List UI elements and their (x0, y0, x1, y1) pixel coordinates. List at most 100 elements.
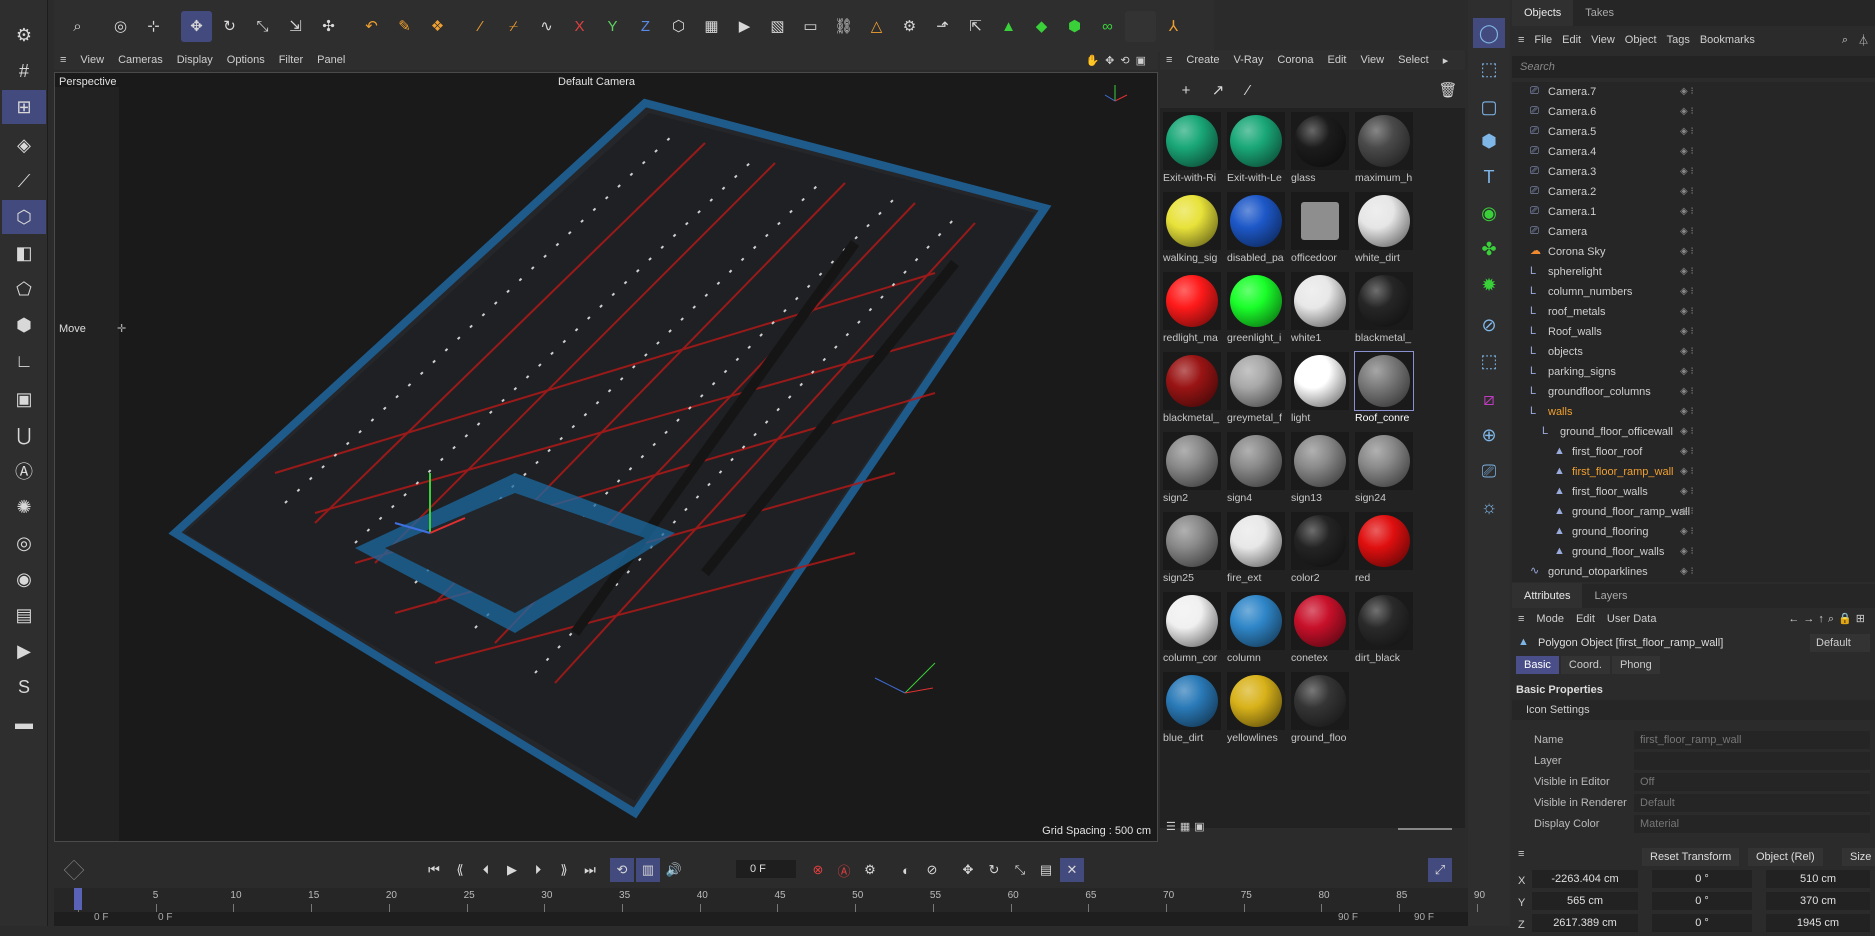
hamburger-icon[interactable]: ≡ (1518, 613, 1524, 625)
deformer-icon[interactable]: ∞ (1092, 11, 1123, 42)
rectangle-icon[interactable]: ▢ (1473, 92, 1505, 122)
visibility-flags-icon[interactable]: ◈ ⁝ (1680, 542, 1694, 562)
tab-attributes[interactable]: Attributes (1512, 583, 1583, 609)
visibility-flags-icon[interactable]: ◈ ⁝ (1680, 502, 1694, 522)
menu-filter[interactable]: Filter (279, 54, 303, 66)
visibility-flags-icon[interactable]: ◈ ⁝ (1680, 102, 1694, 122)
material-swatch[interactable]: sign24 (1354, 430, 1416, 508)
sphere-icon[interactable]: ◯ (1473, 18, 1505, 48)
tab-takes[interactable]: Takes (1573, 0, 1626, 26)
pla-key-icon[interactable]: ✕ (1060, 858, 1084, 882)
search-input[interactable]: Search (1512, 56, 1875, 78)
object-name[interactable]: Camera.7 (1548, 82, 1596, 102)
menu-object[interactable]: Object (1625, 34, 1657, 46)
material-swatch[interactable]: blackmetal_ (1354, 270, 1416, 348)
material-swatch[interactable]: disabled_pa (1226, 190, 1288, 268)
blank-icon[interactable] (1125, 10, 1156, 42)
object-row[interactable]: ▲ ground_floor_ramp_wall ◈ ⁝ (1512, 502, 1875, 522)
folder-icon[interactable]: ▬ (2, 706, 46, 740)
search-icon[interactable]: ⌕ (62, 11, 93, 42)
material-swatch[interactable]: Roof_conre (1354, 350, 1416, 428)
cube-green-icon[interactable]: ◆ (1026, 11, 1057, 42)
hamburger-icon[interactable]: ≡ (1518, 848, 1524, 860)
object-name[interactable]: Roof_walls (1548, 322, 1602, 342)
loop-icon[interactable]: ⟲ (610, 858, 634, 882)
object-row[interactable]: Lground_floor_officewall ◈ ⁝ (1512, 422, 1875, 442)
object-name[interactable]: Camera.2 (1548, 182, 1596, 202)
material-swatch[interactable]: yellowlines (1226, 670, 1288, 748)
eye-icon[interactable]: ◉ (2, 562, 46, 596)
next-frame-icon[interactable]: ⏵ (526, 858, 550, 882)
model-mode-icon[interactable]: ◧ (2, 236, 46, 270)
object-row[interactable]: Lspherelight ◈ ⁝ (1512, 262, 1875, 282)
material-swatch[interactable]: blue_dirt (1162, 670, 1224, 748)
move-icon[interactable]: ✥ (181, 10, 212, 42)
object-name[interactable]: first_floor_roof (1572, 442, 1642, 462)
menu-cameras[interactable]: Cameras (118, 54, 163, 66)
playhead[interactable] (74, 888, 82, 910)
material-swatch[interactable]: red (1354, 510, 1416, 588)
axis-mode-icon[interactable]: ⬢ (2, 308, 46, 342)
position-key-icon[interactable]: ✥ (956, 858, 980, 882)
world-coordinate-icon[interactable]: ⬡ (663, 11, 694, 42)
object-name[interactable]: first_floor_ramp_wall (1572, 462, 1673, 482)
move-axis-icon[interactable]: ⇲ (280, 11, 311, 42)
view-mode-icons[interactable]: ☰▦▣ (1166, 820, 1206, 838)
keyframe-icon[interactable] (63, 859, 85, 881)
visibility-flags-icon[interactable]: ◈ ⁝ (1680, 302, 1694, 322)
material-swatch[interactable]: color2 (1290, 510, 1352, 588)
material-swatch[interactable]: walking_sig (1162, 190, 1224, 268)
property-value[interactable]: Material (1634, 815, 1870, 833)
object-row[interactable]: ▲ first_floor_roof ◈ ⁝ (1512, 442, 1875, 462)
object-row[interactable]: ⎚ Camera.2 ◈ ⁝ (1512, 182, 1875, 202)
object-row[interactable]: ⎚ Camera.1 ◈ ⁝ (1512, 202, 1875, 222)
texture-icon[interactable]: ▤ (2, 598, 46, 632)
object-row[interactable]: ▲ first_floor_ramp_wall ◈ ⁝ (1512, 462, 1875, 482)
material-swatch[interactable]: column (1226, 590, 1288, 668)
coord-rot-field[interactable]: 0 ° (1652, 914, 1752, 932)
warning-icon[interactable]: △ (861, 11, 892, 42)
material-swatch[interactable]: dirt_black (1354, 590, 1416, 668)
object-row[interactable]: ⎚ Camera.6 ◈ ⁝ (1512, 102, 1875, 122)
visibility-flags-icon[interactable]: ◈ ⁝ (1680, 162, 1694, 182)
coord-pos-field[interactable]: 2617.389 cm (1532, 914, 1638, 932)
object-row[interactable]: L Roof_walls ◈ ⁝ (1512, 322, 1875, 342)
menu-create[interactable]: Create (1186, 54, 1219, 66)
property-value[interactable]: Off (1634, 773, 1870, 791)
export-icon[interactable]: ⇱ (960, 11, 991, 42)
menu-edit[interactable]: Edit (1576, 613, 1595, 625)
settings-wheel-icon[interactable]: ✺ (2, 490, 46, 524)
object-name[interactable]: Camera.6 (1548, 102, 1596, 122)
object-row[interactable]: ⎚ Camera ◈ ⁝ (1512, 222, 1875, 242)
visibility-flags-icon[interactable]: ◈ ⁝ (1680, 482, 1694, 502)
object-name[interactable]: parking_signs (1548, 362, 1616, 382)
object-name[interactable]: walls (1548, 402, 1572, 422)
material-swatch[interactable]: ground_floo (1290, 670, 1352, 748)
object-name[interactable]: Camera.3 (1548, 162, 1596, 182)
object-row[interactable]: Lparking_signs ◈ ⁝ (1512, 362, 1875, 382)
text-icon[interactable]: T (1473, 162, 1505, 192)
object-name[interactable]: first_floor_walls (1572, 482, 1648, 502)
visibility-flags-icon[interactable]: ◈ ⁝ (1680, 322, 1694, 342)
record-icon[interactable]: ⊗ (806, 858, 830, 882)
material-swatch[interactable]: sign13 (1290, 430, 1352, 508)
object-name[interactable]: Camera.1 (1548, 202, 1596, 222)
object-row[interactable]: ▲ ground_floor_walls ◈ ⁝ (1512, 542, 1875, 562)
tab-layers[interactable]: Layers (1582, 583, 1639, 609)
visibility-flags-icon[interactable]: ◈ ⁝ (1680, 422, 1694, 442)
zoom-slider[interactable] (1398, 828, 1452, 830)
filter-icon[interactable]: ⏃ (1858, 32, 1869, 48)
hamburger-icon[interactable]: ≡ (1518, 34, 1524, 46)
menu-edit[interactable]: Edit (1328, 54, 1347, 66)
coord-pos-field[interactable]: -2263.404 cm (1532, 870, 1638, 888)
visibility-flags-icon[interactable]: ◈ ⁝ (1680, 442, 1694, 462)
key-settings-icon[interactable]: ⚙ (858, 858, 882, 882)
object-row[interactable]: ▲ ground_flooring ◈ ⁝ (1512, 522, 1875, 542)
object-name[interactable]: Corona Sky (1548, 242, 1605, 262)
visibility-flags-icon[interactable]: ◈ ⁝ (1680, 202, 1694, 222)
menu-view[interactable]: View (1360, 54, 1384, 66)
coord-rot-field[interactable]: 0 ° (1652, 892, 1752, 910)
menu-edit[interactable]: Edit (1562, 34, 1581, 46)
coord-mode-dropdown[interactable]: Object (Rel) (1748, 848, 1823, 866)
object-name[interactable]: ground_floor_officewall (1560, 422, 1673, 442)
